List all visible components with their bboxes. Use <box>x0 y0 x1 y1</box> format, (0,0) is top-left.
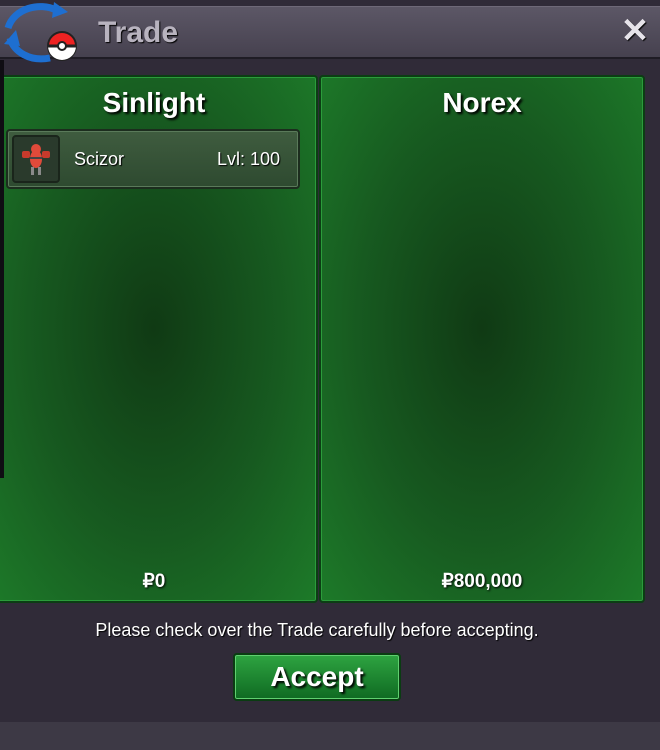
right-player-name: Norex <box>442 87 522 118</box>
title-bar[interactable]: Trade ✕ <box>0 6 660 59</box>
trade-window: Trade ✕ Sinlight Scizor Lvl: 100 ₽0 Nore… <box>0 0 660 722</box>
trade-logo-icon <box>4 2 77 63</box>
trade-notice: Please check over the Trade carefully be… <box>95 620 539 640</box>
left-money: ₽0 <box>142 571 166 592</box>
accept-button[interactable]: Accept <box>233 653 401 701</box>
item-name: Scizor <box>74 148 125 169</box>
window-title: Trade <box>98 16 179 49</box>
left-player-name: Sinlight <box>102 87 206 118</box>
close-button[interactable]: ✕ <box>614 9 656 53</box>
scizor-sprite-icon <box>12 135 60 183</box>
bottom-strip <box>0 722 660 750</box>
item-level: Lvl: 100 <box>216 148 280 169</box>
trade-item[interactable]: Scizor Lvl: 100 <box>6 129 300 189</box>
left-edge-divider <box>0 60 4 478</box>
right-money: ₽800,000 <box>441 571 523 592</box>
left-trade-panel: Sinlight Scizor Lvl: 100 ₽0 <box>0 75 318 603</box>
right-trade-panel: Norex ₽800,000 <box>319 75 645 603</box>
